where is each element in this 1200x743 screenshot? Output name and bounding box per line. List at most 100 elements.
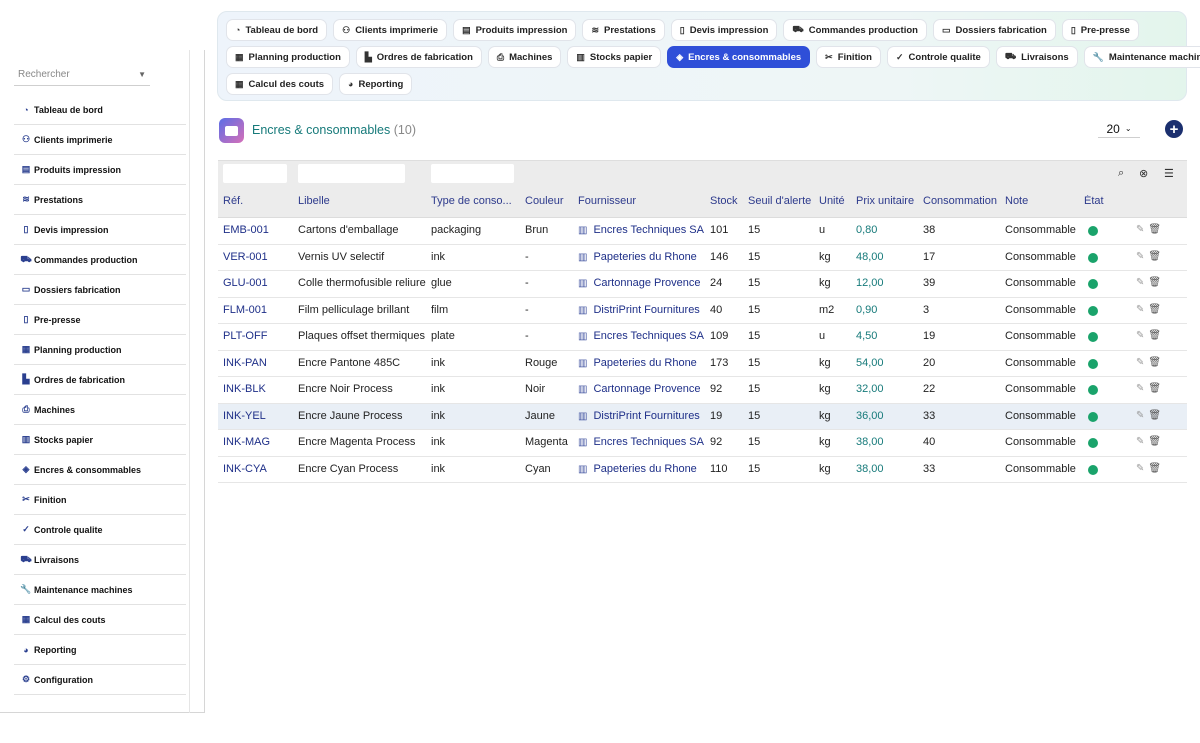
edit-pencil-icon[interactable]: ✎ xyxy=(1136,304,1144,315)
fournisseur-cell[interactable]: ▥ Papeteries du Rhone xyxy=(578,463,697,475)
column-header[interactable]: Fournisseur xyxy=(578,195,636,207)
trash-icon[interactable]: 🗑 xyxy=(1148,277,1161,288)
edit-pencil-icon[interactable]: ✎ xyxy=(1136,330,1144,341)
sidebar-item-produits-impression[interactable]: ▤ Produits impression xyxy=(14,155,186,185)
ref-cell[interactable]: FLM-001 xyxy=(223,304,267,316)
tab-calcul-des-couts[interactable]: ▦ Calcul des couts xyxy=(226,73,334,95)
edit-pencil-icon[interactable]: ✎ xyxy=(1136,436,1144,447)
column-header[interactable]: Seuil d'alerte xyxy=(748,195,811,207)
tab-commandes-production[interactable]: ⛟ Commandes production xyxy=(783,19,927,41)
column-header[interactable]: Couleur xyxy=(525,195,564,207)
trash-icon[interactable]: 🗑 xyxy=(1148,330,1161,341)
column-header[interactable]: Note xyxy=(1005,195,1028,207)
tab-machines[interactable]: ⎙ Machines xyxy=(487,46,562,68)
sidebar-item-reporting[interactable]: ◕ Reporting xyxy=(14,635,186,665)
edit-pencil-icon[interactable]: ✎ xyxy=(1136,357,1144,368)
sidebar-item-dossiers-fabrication[interactable]: ▭ Dossiers fabrication xyxy=(14,275,186,305)
fournisseur-cell[interactable]: ▥ DistriPrint Fournitures xyxy=(578,410,700,422)
tab-finition[interactable]: ✂ Finition xyxy=(816,46,881,68)
tab-encres-consommables[interactable]: ◈ Encres & consommables xyxy=(667,46,811,68)
table-row[interactable]: GLU-001 Colle thermofusible reliure glue - ▥… xyxy=(218,271,1187,298)
sidebar-item-clients-imprimerie[interactable]: ⚇ Clients imprimerie xyxy=(14,125,186,155)
sidebar-item-tableau-de-bord[interactable]: ◔ Tableau de bord xyxy=(14,95,186,125)
table-row[interactable]: EMB-001 Cartons d'emballage packaging Brun ▥… xyxy=(218,218,1187,245)
tab-devis-impression[interactable]: ▯ Devis impression xyxy=(670,19,778,41)
trash-icon[interactable]: 🗑 xyxy=(1148,410,1161,421)
column-header[interactable]: Stock xyxy=(710,195,738,207)
edit-pencil-icon[interactable]: ✎ xyxy=(1136,463,1144,474)
page-size-select[interactable]: 20 ⌄ xyxy=(1098,120,1140,138)
ref-cell[interactable]: VER-001 xyxy=(223,251,268,263)
trash-icon[interactable]: 🗑 xyxy=(1148,383,1161,394)
trash-icon[interactable]: 🗑 xyxy=(1148,224,1161,235)
fournisseur-cell[interactable]: ▥ Cartonnage Provence xyxy=(578,277,700,289)
table-row[interactable]: PLT-OFF Plaques offset thermiques plate - ▥ E… xyxy=(218,324,1187,351)
ref-cell[interactable]: INK-CYA xyxy=(223,463,267,475)
tab-pre-presse[interactable]: ▯ Pre-presse xyxy=(1061,19,1139,41)
column-header[interactable]: Type de conso... xyxy=(431,195,512,207)
trash-icon[interactable]: 🗑 xyxy=(1148,436,1161,447)
table-row[interactable]: FLM-001 Film pelliculage brillant film - ▥ Di… xyxy=(218,297,1187,324)
sidebar-item-devis-impression[interactable]: ▯ Devis impression xyxy=(14,215,186,245)
list-view-icon[interactable]: ☰ xyxy=(1164,167,1174,180)
sidebar-item-stocks-papier[interactable]: ▥ Stocks papier xyxy=(14,425,186,455)
sidebar-item-machines[interactable]: ⎙ Machines xyxy=(14,395,186,425)
column-header[interactable]: Prix unitaire xyxy=(856,195,914,207)
sidebar-item-configuration[interactable]: ⚙ Configuration xyxy=(14,665,186,695)
sidebar-item-commandes-production[interactable]: ⛟ Commandes production xyxy=(14,245,186,275)
filter-input-type[interactable] xyxy=(431,164,514,183)
ref-cell[interactable]: INK-BLK xyxy=(223,383,266,395)
edit-pencil-icon[interactable]: ✎ xyxy=(1136,251,1144,262)
tab-prestations[interactable]: ≋ Prestations xyxy=(582,19,665,41)
tab-stocks-papier[interactable]: ▥ Stocks papier xyxy=(567,46,662,68)
column-header[interactable]: Réf. xyxy=(223,195,243,207)
trash-icon[interactable]: 🗑 xyxy=(1148,463,1161,474)
column-header[interactable]: Unité xyxy=(819,195,845,207)
trash-icon[interactable]: 🗑 xyxy=(1148,304,1161,315)
fournisseur-cell[interactable]: ▥ Papeteries du Rhone xyxy=(578,357,697,369)
fournisseur-cell[interactable]: ▥ Cartonnage Provence xyxy=(578,383,700,395)
trash-icon[interactable]: 🗑 xyxy=(1148,251,1161,262)
fournisseur-cell[interactable]: ▥ Encres Techniques SA xyxy=(578,224,704,236)
edit-pencil-icon[interactable]: ✎ xyxy=(1136,410,1144,421)
tab-produits-impression[interactable]: ▤ Produits impression xyxy=(453,19,577,41)
table-row[interactable]: INK-MAG Encre Magenta Process ink Magenta ▥ E… xyxy=(218,430,1187,457)
sidebar-item-finition[interactable]: ✂ Finition xyxy=(14,485,186,515)
clear-filter-icon[interactable]: ⊗ xyxy=(1139,167,1148,180)
tab-tableau-de-bord[interactable]: ◔ Tableau de bord xyxy=(226,19,328,41)
ref-cell[interactable]: GLU-001 xyxy=(223,277,268,289)
tab-dossiers-fabrication[interactable]: ▭ Dossiers fabrication xyxy=(932,19,1056,41)
ref-cell[interactable]: INK-YEL xyxy=(223,410,266,422)
sidebar-item-calcul-des-couts[interactable]: ▦ Calcul des couts xyxy=(14,605,186,635)
sidebar-item-pre-presse[interactable]: ▯ Pre-presse xyxy=(14,305,186,335)
table-row[interactable]: INK-YEL Encre Jaune Process ink Jaune ▥ Distr… xyxy=(218,403,1187,430)
sidebar-item-encres-consommables[interactable]: ◈ Encres & consommables xyxy=(14,455,186,485)
trash-icon[interactable]: 🗑 xyxy=(1148,357,1161,368)
tab-controle-qualite[interactable]: ✓ Controle qualite xyxy=(886,46,990,68)
tab-livraisons[interactable]: ⛟ Livraisons xyxy=(995,46,1078,68)
sidebar-item-controle-qualite[interactable]: ✓ Controle qualite xyxy=(14,515,186,545)
table-row[interactable]: INK-BLK Encre Noir Process ink Noir ▥ Cartonn… xyxy=(218,377,1187,404)
filter-input-ref[interactable] xyxy=(223,164,287,183)
sidebar-item-prestations[interactable]: ≋ Prestations xyxy=(14,185,186,215)
tab-ordres-de-fabrication[interactable]: ▙ Ordres de fabrication xyxy=(355,46,482,68)
ref-cell[interactable]: PLT-OFF xyxy=(223,330,267,342)
tab-planning-production[interactable]: ▦ Planning production xyxy=(226,46,350,68)
ref-cell[interactable]: EMB-001 xyxy=(223,224,269,236)
add-record-button[interactable]: + xyxy=(1165,120,1183,138)
ref-cell[interactable]: INK-MAG xyxy=(223,436,270,448)
fournisseur-cell[interactable]: ▥ Encres Techniques SA xyxy=(578,436,704,448)
tab-reporting[interactable]: ◕ Reporting xyxy=(339,73,413,95)
sidebar-item-maintenance-machines[interactable]: 🔧 Maintenance machines xyxy=(14,575,186,605)
edit-pencil-icon[interactable]: ✎ xyxy=(1136,383,1144,394)
tab-maintenance-machines[interactable]: 🔧 Maintenance machines xyxy=(1083,46,1200,68)
fournisseur-cell[interactable]: ▥ Encres Techniques SA xyxy=(578,330,704,342)
column-header[interactable]: Libelle xyxy=(298,195,330,207)
sidebar-search-select[interactable]: Rechercher ▼ xyxy=(14,64,150,86)
edit-pencil-icon[interactable]: ✎ xyxy=(1136,224,1144,235)
sidebar-item-ordres-de-fabrication[interactable]: ▙ Ordres de fabrication xyxy=(14,365,186,395)
table-row[interactable]: INK-CYA Encre Cyan Process ink Cyan ▥ Papeter… xyxy=(218,456,1187,483)
edit-pencil-icon[interactable]: ✎ xyxy=(1136,277,1144,288)
filter-input-libelle[interactable] xyxy=(298,164,405,183)
search-icon[interactable]: ⌕ xyxy=(1118,167,1124,180)
